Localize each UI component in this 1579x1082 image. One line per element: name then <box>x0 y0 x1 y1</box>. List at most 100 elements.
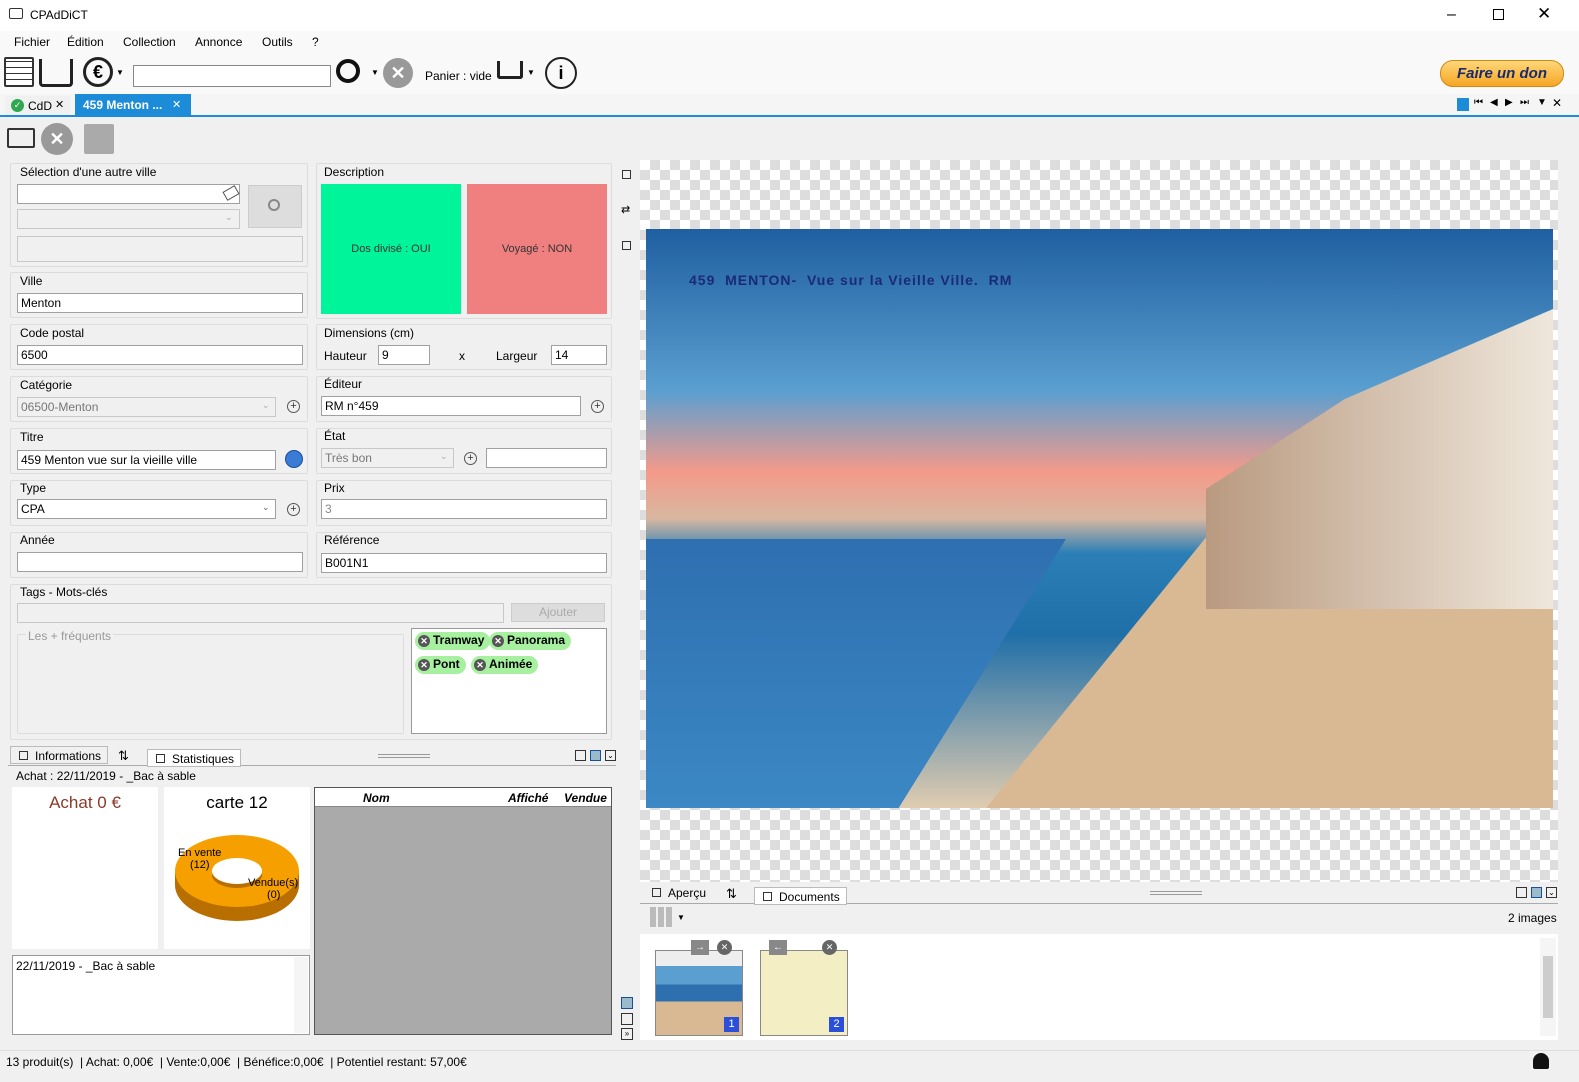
table-header-affiche[interactable]: Affiché <box>508 791 548 805</box>
add-tag-button[interactable]: Ajouter <box>511 603 605 622</box>
prix-field[interactable]: 3 <box>321 499 607 519</box>
add-editeur-icon[interactable]: + <box>591 400 604 413</box>
thumbnail-front[interactable]: 1 <box>655 950 743 1036</box>
etat-detail-field[interactable] <box>486 448 607 468</box>
prev-page-icon[interactable]: ◀ <box>1490 97 1498 108</box>
remove-image-icon[interactable]: ✕ <box>822 940 837 955</box>
table-header-vendue[interactable]: Vendue <box>564 791 607 805</box>
tag-pont[interactable]: ✕ Pont <box>415 656 466 674</box>
tab-menton[interactable]: 459 Menton ... ✕ <box>75 94 191 115</box>
catalog-icon[interactable] <box>4 57 34 87</box>
ville-field[interactable]: Menton <box>17 293 303 313</box>
splitter-handle[interactable] <box>378 754 430 758</box>
remove-tag-icon[interactable]: ✕ <box>492 635 504 647</box>
close-all-icon[interactable]: ✕ <box>1552 96 1562 110</box>
arrow-right-icon[interactable]: → <box>691 940 709 955</box>
cart-dropdown-icon[interactable]: ▼ <box>527 68 535 77</box>
remove-image-icon[interactable]: ✕ <box>717 940 732 955</box>
minimize-button[interactable]: – <box>1447 6 1456 24</box>
categorie-select[interactable]: 06500-Menton <box>17 397 276 417</box>
titre-field[interactable]: 459 Menton vue sur la vieille ville <box>17 450 276 470</box>
tag-panorama[interactable]: ✕ Panorama <box>489 632 572 650</box>
city-select[interactable] <box>17 209 240 229</box>
hauteur-field[interactable]: 9 <box>378 345 430 365</box>
panel-toggle-icon[interactable] <box>621 1013 633 1025</box>
remove-tag-icon[interactable]: ✕ <box>474 659 486 671</box>
history-list[interactable]: 22/11/2019 - _Bac à sable <box>12 955 310 1035</box>
splitter-handle[interactable] <box>1150 891 1202 895</box>
add-type-icon[interactable]: + <box>287 503 300 516</box>
search-input[interactable] <box>133 65 331 87</box>
layout-icon[interactable] <box>590 750 601 761</box>
swap-arrows-icon[interactable]: ⇅ <box>726 886 737 902</box>
menu-help[interactable]: ? <box>312 35 319 49</box>
menu-collection[interactable]: Collection <box>123 35 176 49</box>
layout-icon[interactable] <box>1516 887 1527 898</box>
panel-toggle-icon[interactable] <box>621 997 633 1009</box>
city-search-input[interactable] <box>17 184 240 204</box>
menu-outils[interactable]: Outils <box>262 35 293 49</box>
type-select[interactable]: CPA <box>17 499 276 519</box>
donate-button[interactable]: Faire un don <box>1440 60 1564 87</box>
last-page-icon[interactable]: ⏭ <box>1520 97 1529 108</box>
menu-fichier[interactable]: Fichier <box>14 35 50 49</box>
page-one-icon[interactable] <box>1457 98 1469 111</box>
editeur-field[interactable]: RM n°459 <box>321 396 581 416</box>
menu-annonce[interactable]: Annonce <box>195 35 242 49</box>
annee-field[interactable] <box>17 552 303 572</box>
postcard-image[interactable]: 459 MENTON- Vue sur la Vieille Ville. RM <box>646 229 1553 808</box>
remove-tag-icon[interactable]: ✕ <box>418 635 430 647</box>
add-etat-icon[interactable]: + <box>464 452 477 465</box>
search-icon[interactable] <box>336 59 360 83</box>
view-dropdown-icon[interactable]: ▼ <box>677 913 685 922</box>
scrollbar-thumb[interactable] <box>1543 956 1553 1018</box>
table-header-nom[interactable]: Nom <box>363 791 390 805</box>
tab-apercu[interactable]: Aperçu <box>643 883 714 901</box>
tag-input[interactable] <box>17 603 504 623</box>
import-icon[interactable] <box>39 59 73 87</box>
dropdown-arrow-icon[interactable]: ▼ <box>116 68 124 77</box>
translate-globe-icon[interactable] <box>285 450 303 468</box>
cancel-icon[interactable]: ✕ <box>41 123 73 155</box>
maximize-button[interactable] <box>1493 9 1504 20</box>
tag-animee[interactable]: ✕ Animée <box>471 656 539 674</box>
largeur-field[interactable]: 14 <box>551 345 607 365</box>
swap-icon[interactable]: ⇄ <box>621 203 630 216</box>
edit-card-icon[interactable] <box>7 128 35 148</box>
layout-icon[interactable] <box>1531 887 1542 898</box>
arrow-left-icon[interactable]: ← <box>769 940 787 955</box>
tab-documents[interactable]: Documents <box>754 887 847 905</box>
tab-informations[interactable]: Informations <box>10 746 109 764</box>
tab-statistiques[interactable]: Statistiques <box>147 749 242 767</box>
close-tab-icon[interactable]: ✕ <box>172 98 181 111</box>
voyage-toggle[interactable]: Voyagé : NON <box>467 184 607 314</box>
tag-tramway[interactable]: ✕ Tramway <box>415 632 491 650</box>
dos-divise-toggle[interactable]: Dos divisé : OUI <box>321 184 461 314</box>
bell-icon[interactable] <box>1533 1053 1549 1069</box>
scrollbar[interactable] <box>294 957 308 1033</box>
tab-cdd[interactable]: ✓ CdD ✕ <box>5 96 70 115</box>
tab-list-icon[interactable]: ▼ <box>1537 97 1547 108</box>
chevron-down-icon[interactable]: ⌄ <box>605 750 616 761</box>
thumbnail-back[interactable]: 2 <box>760 950 848 1036</box>
add-categorie-icon[interactable]: + <box>287 400 300 413</box>
first-page-icon[interactable]: ⏮ <box>1474 97 1483 108</box>
next-page-icon[interactable]: ▶ <box>1505 97 1513 108</box>
etat-select[interactable]: Très bon <box>321 448 454 468</box>
panel-toggle-icon[interactable] <box>622 241 631 250</box>
save-icon[interactable] <box>84 124 114 154</box>
panel-toggle-icon[interactable] <box>622 170 631 179</box>
swap-arrows-icon[interactable]: ⇅ <box>118 748 129 764</box>
search-dropdown-icon[interactable]: ▼ <box>371 68 379 77</box>
close-tab-icon[interactable]: ✕ <box>55 98 64 111</box>
menu-edition[interactable]: Édition <box>67 35 104 49</box>
remove-tag-icon[interactable]: ✕ <box>418 659 430 671</box>
info-icon[interactable]: i <box>545 57 577 89</box>
view-mode-icon[interactable] <box>650 907 672 927</box>
cart-icon[interactable] <box>497 61 523 79</box>
chevron-down-icon[interactable]: ⌄ <box>1546 887 1557 898</box>
reference-field[interactable]: B001N1 <box>321 553 607 573</box>
expand-icon[interactable]: » <box>621 1028 633 1040</box>
clear-search-icon[interactable]: ✕ <box>383 58 413 88</box>
euro-icon[interactable]: € <box>83 57 113 87</box>
